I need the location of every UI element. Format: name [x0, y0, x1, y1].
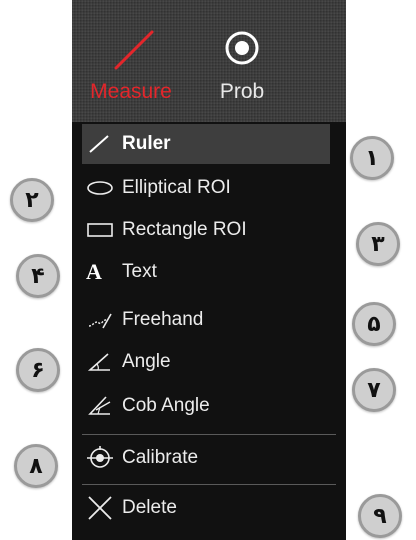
- menu-item-label: Calibrate: [122, 447, 199, 468]
- menu-item-label: Angle: [122, 351, 171, 372]
- menu-item-label: Delete: [122, 497, 177, 518]
- menu-item-label: Elliptical ROI: [122, 177, 231, 198]
- probe-label: Prob: [219, 80, 265, 103]
- menu-separator: [82, 484, 336, 485]
- ellipse-icon: [86, 173, 122, 203]
- callout-badge-2: ٢: [10, 178, 54, 222]
- menu-item-label: Cob Angle: [122, 395, 210, 416]
- menu-separator: [82, 434, 336, 435]
- menu-item-freehand[interactable]: Freehand: [82, 300, 330, 340]
- menu-item-label: Freehand: [122, 309, 204, 330]
- measure-dropdown-menu: Ruler Elliptical ROI Rectangle ROI A Tex…: [72, 122, 346, 540]
- cob-angle-icon: [86, 391, 122, 421]
- text-a-icon: A: [86, 259, 102, 284]
- calibrate-icon: [86, 443, 122, 473]
- target-icon: [190, 28, 294, 72]
- rectangle-icon: [86, 215, 122, 245]
- callout-badge-4: ۴: [16, 254, 60, 298]
- menu-item-label: Text: [122, 261, 157, 282]
- ruler-line-icon: [86, 129, 122, 159]
- measure-label: Measure: [90, 80, 172, 103]
- callout-badge-9: ٩: [358, 494, 402, 538]
- callout-badge-5: ۵: [352, 302, 396, 346]
- line-measure-icon: [72, 28, 190, 72]
- measure-button[interactable]: Measure: [72, 0, 190, 122]
- callout-badge-8: ٨: [14, 444, 58, 488]
- menu-item-delete[interactable]: Delete: [82, 488, 330, 528]
- menu-item-text[interactable]: A Text: [82, 252, 330, 292]
- callout-badge-3: ٣: [356, 222, 400, 266]
- delete-x-icon: [86, 493, 122, 523]
- menu-item-angle[interactable]: Angle: [82, 342, 330, 382]
- menu-item-ruler[interactable]: Ruler: [82, 124, 330, 164]
- probe-button[interactable]: Prob: [190, 0, 294, 122]
- freehand-icon: [86, 305, 122, 335]
- menu-item-elliptical-roi[interactable]: Elliptical ROI: [82, 168, 330, 208]
- menu-item-label: Ruler: [122, 133, 171, 154]
- menu-item-cob-angle[interactable]: Cob Angle: [82, 386, 330, 426]
- angle-icon: [86, 347, 122, 377]
- callout-badge-1: ١: [350, 136, 394, 180]
- measurement-toolbar: Measure Prob: [72, 0, 346, 122]
- callout-badge-7: ٧: [352, 368, 396, 412]
- menu-item-calibrate[interactable]: Calibrate: [82, 438, 330, 478]
- menu-item-label: Rectangle ROI: [122, 219, 247, 240]
- menu-item-rectangle-roi[interactable]: Rectangle ROI: [82, 210, 330, 250]
- callout-badge-6: ۶: [16, 348, 60, 392]
